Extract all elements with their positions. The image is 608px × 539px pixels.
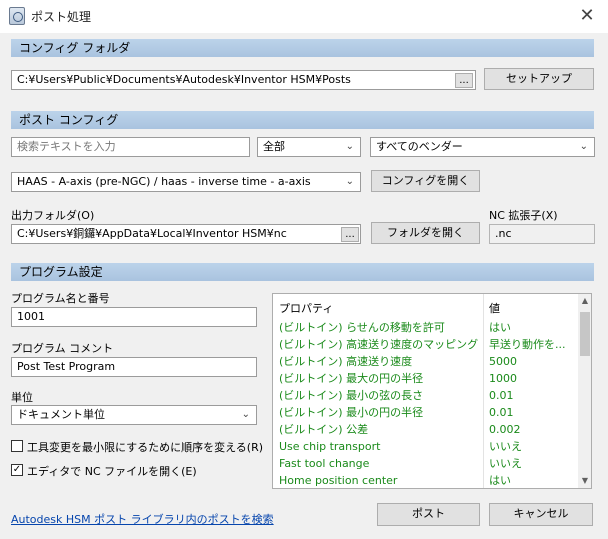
reorder-label[interactable]: 工具変更を最小限にするために順序を変える(R)	[27, 439, 263, 455]
property-row[interactable]: Home position center はい	[273, 472, 578, 488]
property-row[interactable]: (ビルトイン) 最小の円の半径 0.01	[273, 404, 578, 421]
post-button[interactable]: ポスト	[377, 503, 480, 526]
unit-select[interactable]: ドキュメント単位 ⌄	[11, 405, 257, 425]
open-nc-label[interactable]: エディタで NC ファイルを開く(E)	[27, 463, 197, 479]
property-value[interactable]: はい	[489, 319, 577, 336]
chevron-down-icon: ⌄	[345, 176, 354, 187]
open-folder-button[interactable]: フォルダを開く	[371, 222, 480, 244]
chevron-down-icon: ⌄	[579, 141, 588, 152]
output-folder-path: C:¥Users¥銅鑼¥AppData¥Local¥Inventor HSM¥n…	[11, 224, 361, 244]
property-name: Use chip transport	[279, 440, 381, 453]
title-bar	[0, 0, 608, 33]
program-name-label: プログラム名と番号	[11, 292, 110, 305]
program-comment-label: プログラム コメント	[11, 342, 114, 355]
property-row[interactable]: (ビルトイン) 公差 0.002	[273, 421, 578, 438]
property-row[interactable]: (ビルトイン) 高速送り速度 5000	[273, 353, 578, 370]
property-value[interactable]: 0.01	[489, 404, 577, 421]
property-value[interactable]: 0.01	[489, 387, 577, 404]
post-library-link[interactable]: Autodesk HSM ポスト ライブラリ内のポストを検索	[11, 511, 274, 527]
cancel-button[interactable]: キャンセル	[489, 503, 593, 526]
setup-button[interactable]: セットアップ	[484, 68, 594, 90]
property-name: Home position center	[279, 474, 398, 487]
property-value[interactable]: いいえ	[489, 455, 577, 472]
property-name: (ビルトイン) 高速送り速度のマッピング	[279, 338, 479, 351]
vendor-select[interactable]: すべてのベンダー ⌄	[370, 137, 595, 157]
property-row[interactable]: Fast tool change いいえ	[273, 455, 578, 472]
section-program-settings: プログラム設定	[11, 263, 594, 281]
property-row[interactable]: (ビルトイン) 最小の弦の長さ 0.01	[273, 387, 578, 404]
property-name: (ビルトイン) 最小の弦の長さ	[279, 389, 424, 402]
property-row[interactable]: (ビルトイン) らせんの移動を許可 はい	[273, 319, 578, 336]
nc-extension-value: .nc	[495, 227, 512, 240]
scroll-up-icon[interactable]: ▲	[578, 294, 591, 308]
scrollbar-thumb[interactable]	[580, 312, 590, 356]
property-name: (ビルトイン) 最小の円の半径	[279, 406, 424, 419]
property-header-value: 値	[489, 302, 500, 315]
nc-extension-field[interactable]: .nc	[489, 224, 595, 244]
property-value[interactable]: 早送り動作を...	[489, 336, 577, 353]
unit-select-value: ドキュメント単位	[17, 408, 105, 421]
property-value[interactable]: 5000	[489, 353, 577, 370]
chevron-down-icon: ⌄	[241, 409, 250, 420]
section-config-folder: コンフィグ フォルダ	[11, 39, 594, 57]
filter-select[interactable]: 全部 ⌄	[257, 137, 361, 157]
property-value[interactable]: はい	[489, 472, 577, 488]
property-name: (ビルトイン) らせんの移動を許可	[279, 321, 445, 334]
nc-extension-label: NC 拡張子(X)	[489, 209, 558, 222]
post-select-value: HAAS - A-axis (pre-NGC) / haas - inverse…	[17, 175, 311, 188]
post-select[interactable]: HAAS - A-axis (pre-NGC) / haas - inverse…	[11, 172, 361, 192]
config-folder-browse-button[interactable]: ...	[455, 73, 473, 88]
open-nc-checkbox[interactable]: ✓	[11, 464, 23, 476]
output-folder-path-text: C:¥Users¥銅鑼¥AppData¥Local¥Inventor HSM¥n…	[17, 227, 287, 240]
program-comment-value: Post Test Program	[17, 360, 116, 373]
unit-label: 単位	[11, 391, 33, 404]
property-row[interactable]: (ビルトイン) 最大の円の半径 1000	[273, 370, 578, 387]
program-name-value: 1001	[17, 310, 45, 323]
open-config-button[interactable]: コンフィグを開く	[371, 170, 480, 192]
property-grid-scrollbar[interactable]: ▲ ▼	[578, 294, 591, 488]
property-value[interactable]: 0.002	[489, 421, 577, 438]
property-name: Fast tool change	[279, 457, 370, 470]
property-grid[interactable]: プロパティ 値 (ビルトイン) らせんの移動を許可 はい (ビルトイン) 高速送…	[272, 293, 592, 489]
config-folder-path: C:¥Users¥Public¥Documents¥Autodesk¥Inven…	[11, 70, 476, 90]
property-header-name: プロパティ	[279, 302, 334, 315]
vendor-select-value: すべてのベンダー	[376, 140, 463, 153]
window-title: ポスト処理	[31, 10, 92, 24]
reorder-checkbox[interactable]	[11, 440, 23, 452]
property-name: (ビルトイン) 公差	[279, 423, 369, 436]
property-value[interactable]: いいえ	[489, 438, 577, 455]
config-folder-path-text: C:¥Users¥Public¥Documents¥Autodesk¥Inven…	[17, 73, 351, 86]
chevron-down-icon: ⌄	[345, 141, 354, 152]
close-button[interactable]: ✕	[576, 6, 598, 28]
program-name-input[interactable]: 1001	[11, 307, 257, 327]
property-value[interactable]: 1000	[489, 370, 577, 387]
section-post-config: ポスト コンフィグ	[11, 111, 594, 129]
property-name: (ビルトイン) 最大の円の半径	[279, 372, 424, 385]
property-row[interactable]: (ビルトイン) 高速送り速度のマッピング 早送り動作を...	[273, 336, 578, 353]
scroll-down-icon[interactable]: ▼	[578, 474, 591, 488]
output-folder-browse-button[interactable]: ...	[341, 227, 359, 242]
filter-select-value: 全部	[263, 140, 285, 153]
checkmark-icon: ✓	[12, 464, 22, 475]
search-input[interactable]: 検索テキストを入力	[11, 137, 250, 157]
search-placeholder: 検索テキストを入力	[17, 140, 116, 153]
property-name: (ビルトイン) 高速送り速度	[279, 355, 413, 368]
property-grid-header: プロパティ 値	[273, 300, 578, 317]
output-folder-label: 出力フォルダ(O)	[11, 209, 95, 222]
program-comment-input[interactable]: Post Test Program	[11, 357, 257, 377]
property-row[interactable]: Use chip transport いいえ	[273, 438, 578, 455]
app-icon	[9, 7, 25, 25]
